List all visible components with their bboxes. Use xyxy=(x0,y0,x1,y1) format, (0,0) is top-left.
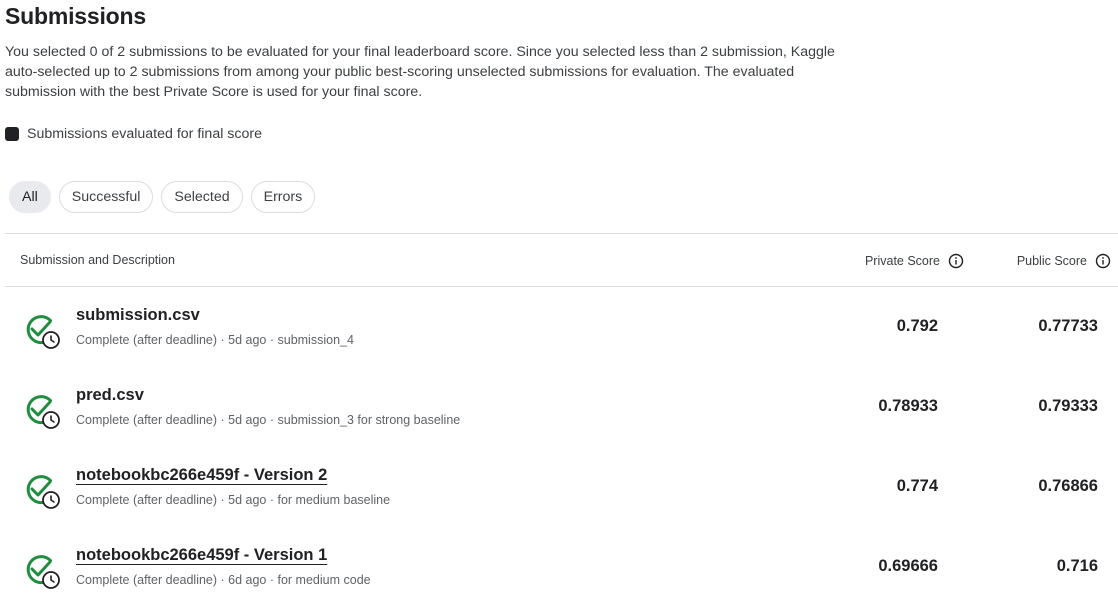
submission-name-link[interactable]: notebookbc266e459f - Version 2 xyxy=(76,466,327,485)
header-private-label: Private Score xyxy=(864,254,940,268)
page-title: Submissions xyxy=(5,3,146,29)
submission-meta: Complete (after deadline) · 5d ago · sub… xyxy=(76,333,354,347)
header-submission[interactable]: Submission and Description xyxy=(20,253,175,267)
table-row[interactable]: submission.csv Complete (after deadline)… xyxy=(5,287,1118,367)
filter-chip-selected[interactable]: Selected xyxy=(161,181,243,213)
public-score: 0.77733 xyxy=(1038,317,1098,335)
public-score: 0.79333 xyxy=(1038,397,1098,415)
filter-chips: All Successful Selected Errors xyxy=(9,181,316,213)
submission-name: submission.csv xyxy=(76,306,200,324)
public-score: 0.76866 xyxy=(1038,477,1098,495)
table-row[interactable]: notebookbc266e459f - Version 1 Complete … xyxy=(5,527,1118,602)
submission-name-link[interactable]: notebookbc266e459f - Version 1 xyxy=(76,546,327,565)
table-header: Submission and Description Private Score… xyxy=(5,234,1118,287)
header-public-label: Public Score xyxy=(1016,254,1087,268)
page-description: You selected 0 of 2 submissions to be ev… xyxy=(5,44,835,100)
submission-meta: Complete (after deadline) · 5d ago · for… xyxy=(76,493,391,507)
check-circle-clock-icon xyxy=(26,555,60,589)
submission-meta: Complete (after deadline) · 5d ago · sub… xyxy=(76,413,461,427)
check-circle-clock-icon xyxy=(26,395,60,429)
table-row[interactable]: pred.csv Complete (after deadline) · 5d … xyxy=(5,367,1118,447)
private-score: 0.792 xyxy=(896,317,938,335)
check-circle-clock-icon xyxy=(26,475,60,509)
legend-label: Submissions evaluated for final score xyxy=(27,126,263,142)
info-icon[interactable] xyxy=(1095,253,1111,269)
header-private-score[interactable]: Private Score xyxy=(865,253,964,269)
table-body: submission.csv Complete (after deadline)… xyxy=(5,287,1118,602)
private-score: 0.78933 xyxy=(878,397,938,415)
submissions-table: Submission and Description Private Score… xyxy=(5,233,1118,602)
private-score: 0.69666 xyxy=(878,557,938,575)
private-score: 0.774 xyxy=(896,477,938,495)
header-public-score[interactable]: Public Score xyxy=(1017,253,1111,269)
check-circle-clock-icon xyxy=(26,315,60,349)
filter-chip-successful[interactable]: Successful xyxy=(58,181,154,213)
info-icon[interactable] xyxy=(948,253,964,269)
legend-swatch xyxy=(5,127,19,141)
submission-name: pred.csv xyxy=(76,386,144,404)
legend: Submissions evaluated for final score xyxy=(5,126,262,142)
submission-meta: Complete (after deadline) · 6d ago · for… xyxy=(76,573,371,587)
filter-chip-all[interactable]: All xyxy=(9,181,51,213)
public-score: 0.716 xyxy=(1056,557,1098,575)
table-row[interactable]: notebookbc266e459f - Version 2 Complete … xyxy=(5,447,1118,527)
filter-chip-errors[interactable]: Errors xyxy=(250,181,316,213)
